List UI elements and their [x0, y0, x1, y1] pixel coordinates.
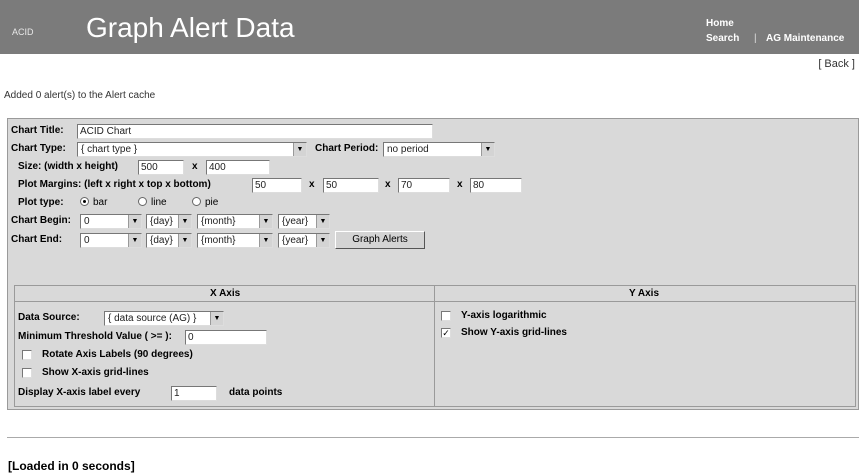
chart-type-label: Chart Type: [11, 143, 66, 154]
chart-type-value: { chart type } [81, 144, 138, 155]
show-x-grid-checkbox[interactable] [22, 368, 32, 378]
chevron-down-icon: ▼ [128, 215, 141, 228]
chevron-down-icon: ▼ [293, 143, 306, 156]
margin-x-label-3: x [457, 179, 463, 190]
chart-end-label: Chart End: [11, 234, 63, 245]
page-title: Graph Alert Data [86, 12, 295, 43]
end-hour-select[interactable]: 0 ▼ [80, 233, 142, 248]
chart-title-input[interactable]: ACID Chart [77, 124, 433, 139]
chevron-down-icon: ▼ [259, 234, 272, 247]
begin-month-select[interactable]: {month} ▼ [197, 214, 273, 229]
radio-icon[interactable] [192, 197, 201, 206]
back-link[interactable]: [ Back ] [818, 58, 855, 70]
plot-type-line-option[interactable]: line [138, 197, 167, 208]
footer-divider [7, 437, 859, 438]
x-axis-heading: X Axis [210, 288, 241, 299]
size-width-input[interactable]: 500 [138, 160, 184, 175]
size-label: Size: (width x height) [18, 161, 118, 172]
plot-type-bar-option[interactable]: bar [80, 197, 107, 208]
show-y-grid-label: Show Y-axis grid-lines [461, 327, 567, 338]
margin-left-input[interactable]: 50 [252, 178, 302, 193]
status-message: Added 0 alert(s) to the Alert cache [4, 90, 156, 101]
rotate-labels-label: Rotate Axis Labels (90 degrees) [42, 349, 193, 360]
margin-x-label-2: x [385, 179, 391, 190]
chevron-down-icon: ▼ [128, 234, 141, 247]
begin-day-select[interactable]: {day} ▼ [146, 214, 192, 229]
display-every-suffix: data points [229, 387, 283, 398]
margin-right-input[interactable]: 50 [323, 178, 379, 193]
margin-bottom-input[interactable]: 80 [470, 178, 522, 193]
plot-type-pie-option[interactable]: pie [192, 197, 218, 208]
min-threshold-label: Minimum Threshold Value ( >= ): [18, 331, 172, 342]
nav-ag-maintenance-link[interactable]: AG Maintenance [766, 33, 844, 44]
nav-home-link[interactable]: Home [706, 18, 734, 29]
axis-settings-table: X Axis Y Axis Data Source: { data source… [14, 285, 856, 407]
data-source-label: Data Source: [18, 312, 80, 323]
end-day-select[interactable]: {day} ▼ [146, 233, 192, 248]
chevron-down-icon: ▼ [316, 234, 329, 247]
y-axis-heading: Y Axis [629, 288, 660, 299]
chevron-down-icon: ▼ [178, 215, 191, 228]
size-height-input[interactable]: 400 [206, 160, 270, 175]
show-x-grid-label: Show X-axis grid-lines [42, 367, 149, 378]
nav-search-link[interactable]: Search [706, 33, 739, 44]
chevron-down-icon: ▼ [178, 234, 191, 247]
chart-period-value: no period [387, 144, 429, 155]
show-y-grid-checkbox[interactable]: ✓ [441, 328, 451, 338]
app-header: ACID Graph Alert Data Home Search | AG M… [0, 0, 859, 54]
data-source-select[interactable]: { data source (AG) } ▼ [104, 311, 224, 326]
nav-separator: | [754, 33, 757, 44]
axis-column-divider [434, 286, 435, 406]
radio-selected-icon[interactable] [80, 197, 89, 206]
chart-settings-panel: Chart Title: ACID Chart Chart Type: { ch… [7, 118, 859, 410]
chevron-down-icon: ▼ [210, 312, 223, 325]
axis-header-divider [15, 301, 855, 302]
end-month-select[interactable]: {month} ▼ [197, 233, 273, 248]
size-x-label: x [192, 161, 198, 172]
chart-period-label: Chart Period: [315, 143, 379, 154]
brand-label: ACID [12, 27, 34, 37]
begin-year-select[interactable]: {year} ▼ [278, 214, 330, 229]
display-every-input[interactable]: 1 [171, 386, 217, 401]
y-logarithmic-label: Y-axis logarithmic [461, 310, 547, 321]
chart-type-select[interactable]: { chart type } ▼ [77, 142, 307, 157]
margin-top-input[interactable]: 70 [398, 178, 450, 193]
min-threshold-input[interactable]: 0 [185, 330, 267, 345]
chevron-down-icon: ▼ [481, 143, 494, 156]
end-year-select[interactable]: {year} ▼ [278, 233, 330, 248]
chart-period-select[interactable]: no period ▼ [383, 142, 495, 157]
y-logarithmic-checkbox[interactable] [441, 311, 451, 321]
chart-begin-label: Chart Begin: [11, 215, 71, 226]
begin-hour-select[interactable]: 0 ▼ [80, 214, 142, 229]
display-every-label: Display X-axis label every [18, 387, 141, 398]
plot-type-label: Plot type: [18, 197, 64, 208]
plot-margins-label: Plot Margins: (left x right x top x bott… [18, 179, 211, 190]
load-time-text: [Loaded in 0 seconds] [8, 459, 135, 473]
margin-x-label-1: x [309, 179, 315, 190]
chevron-down-icon: ▼ [259, 215, 272, 228]
rotate-labels-checkbox[interactable] [22, 350, 32, 360]
chevron-down-icon: ▼ [316, 215, 329, 228]
radio-icon[interactable] [138, 197, 147, 206]
chart-title-label: Chart Title: [11, 125, 64, 136]
graph-alerts-button[interactable]: Graph Alerts [335, 231, 425, 249]
